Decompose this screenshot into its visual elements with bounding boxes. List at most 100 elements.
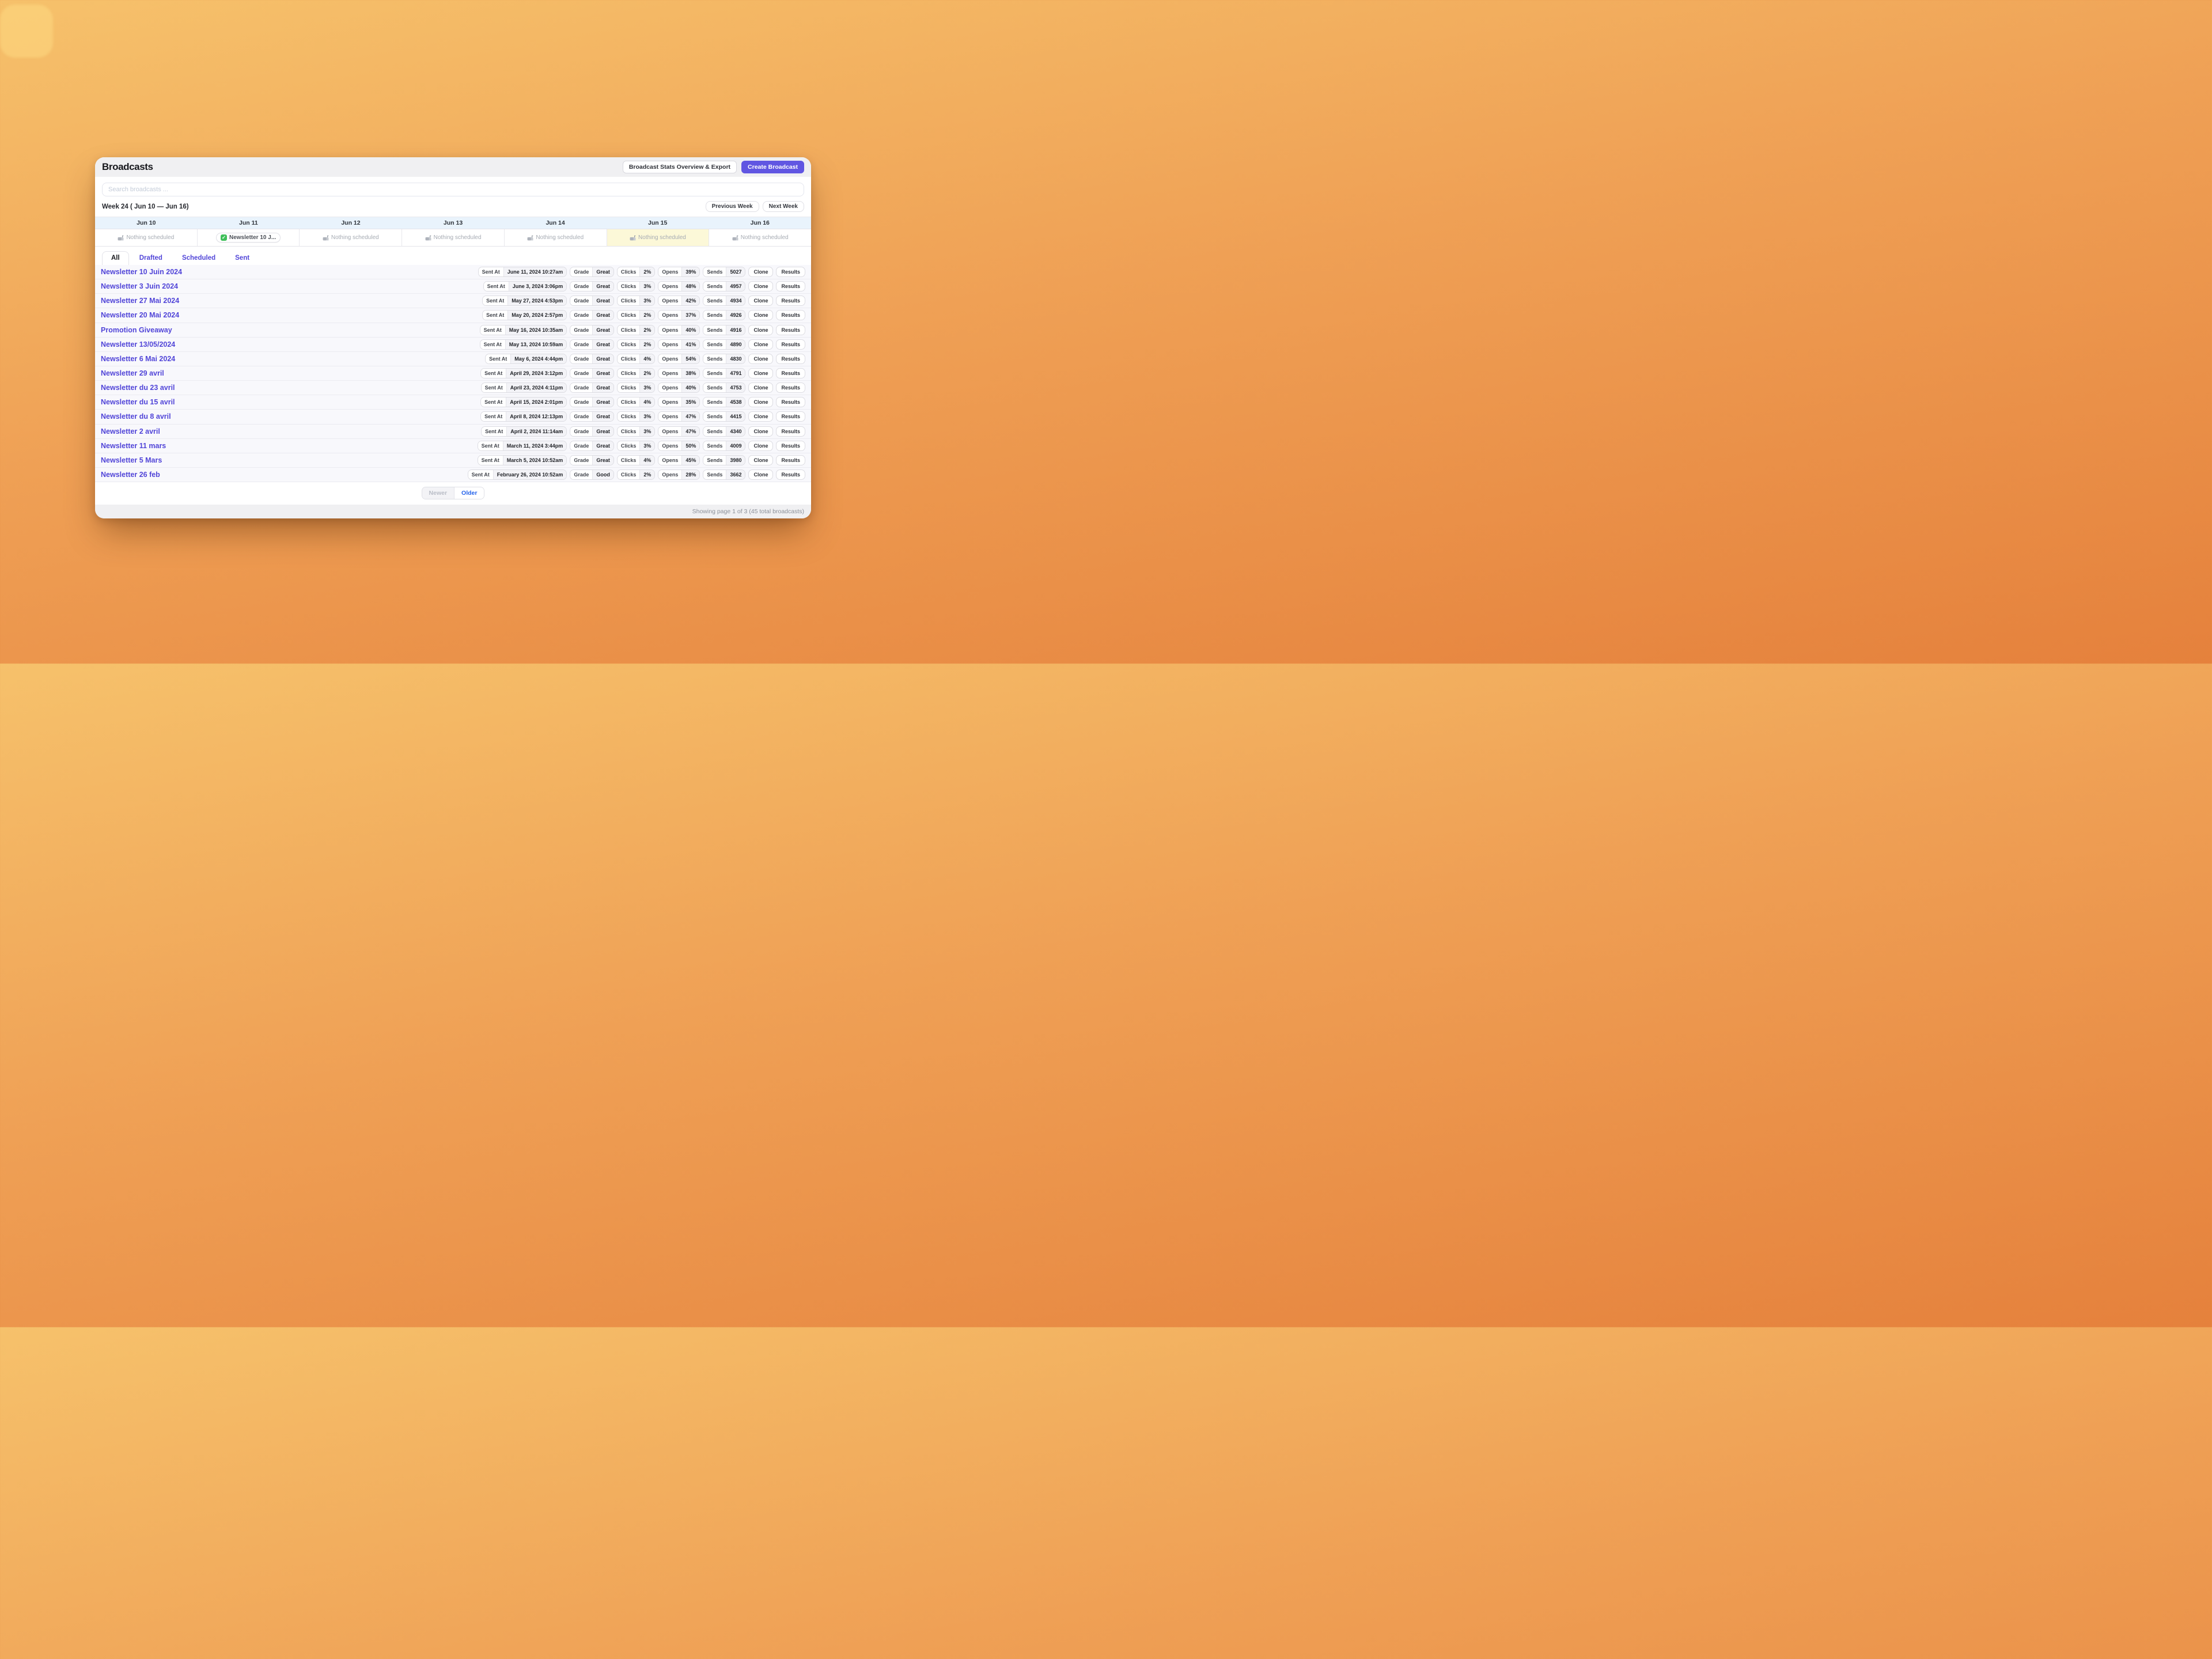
clicks-value: 3% (639, 296, 654, 305)
clone-button[interactable]: Clone (748, 354, 773, 364)
older-page-button[interactable]: Older (454, 487, 484, 499)
results-button[interactable]: Results (776, 325, 805, 335)
results-button[interactable]: Results (776, 310, 805, 320)
tab-scheduled[interactable]: Scheduled (173, 251, 225, 265)
create-broadcast-button[interactable]: Create Broadcast (741, 161, 804, 173)
results-button[interactable]: Results (776, 426, 805, 437)
grade-value: Great (592, 296, 613, 305)
broadcast-row: Promotion Giveaway Sent AtMay 16, 2024 10… (95, 323, 811, 338)
opens-label: Opens (658, 325, 681, 335)
results-button[interactable]: Results (776, 411, 805, 422)
broadcast-name-link[interactable]: Newsletter 20 Mai 2024 (101, 311, 179, 319)
clone-button[interactable]: Clone (748, 296, 773, 306)
broadcast-row: Newsletter du 8 avrilSent AtApril 8, 202… (95, 410, 811, 424)
results-button[interactable]: Results (776, 469, 805, 480)
sends-stat: Sends4957 (703, 281, 745, 291)
clicks-label: Clicks (618, 354, 640, 363)
clone-button[interactable]: Clone (748, 325, 773, 335)
sends-stat: Sends4753 (703, 382, 745, 393)
results-button[interactable]: Results (776, 368, 805, 378)
sends-label: Sends (703, 296, 726, 305)
broadcast-name-link[interactable]: Newsletter 26 feb (101, 471, 160, 479)
clone-button[interactable]: Clone (748, 411, 773, 422)
broadcast-name-link[interactable]: Newsletter du 23 avril (101, 384, 175, 392)
sends-value: 4957 (726, 282, 745, 291)
search-input[interactable] (102, 183, 804, 196)
broadcast-name-link[interactable]: Promotion Giveaway (101, 326, 172, 334)
sends-value: 4415 (726, 412, 745, 421)
grade-value: Good (592, 470, 613, 479)
tab-sent[interactable]: Sent (226, 251, 259, 265)
nothing-scheduled: Nothing scheduled (323, 234, 379, 241)
clone-button[interactable]: Clone (748, 397, 773, 407)
stats-overview-export-button[interactable]: Broadcast Stats Overview & Export (623, 161, 737, 173)
sends-label: Sends (703, 456, 726, 465)
broadcast-row: Newsletter 5 MarsSent AtMarch 5, 2024 10… (95, 453, 811, 468)
sends-stat: Sends4934 (703, 296, 745, 306)
broadcast-stats: Sent AtMay 16, 2024 10:35amGradeGreatCli… (480, 325, 805, 335)
results-button[interactable]: Results (776, 354, 805, 364)
broadcast-name-link[interactable]: Newsletter 11 mars (101, 442, 166, 450)
sends-label: Sends (703, 282, 726, 291)
calendar-cell[interactable]: Nothing scheduled (402, 229, 505, 246)
broadcast-name-link[interactable]: Newsletter 27 Mai 2024 (101, 297, 179, 305)
broadcast-name-link[interactable]: Newsletter du 15 avril (101, 398, 175, 406)
grade-stat: GradeGreat (570, 339, 614, 350)
tab-all[interactable]: All (102, 251, 129, 265)
mailbox-icon (118, 235, 124, 241)
sent_at-label: Sent At (481, 369, 506, 378)
clone-button[interactable]: Clone (748, 469, 773, 480)
broadcast-stats: Sent AtMay 27, 2024 4:53pmGradeGreatClic… (482, 296, 805, 306)
broadcast-name-link[interactable]: Newsletter du 8 avril (101, 412, 171, 421)
tab-drafted[interactable]: Drafted (130, 251, 172, 265)
results-button[interactable]: Results (776, 382, 805, 393)
results-button[interactable]: Results (776, 296, 805, 306)
broadcast-name-link[interactable]: Newsletter 3 Juin 2024 (101, 282, 178, 290)
calendar-cell[interactable]: Nothing scheduled (607, 229, 710, 246)
clone-button[interactable]: Clone (748, 267, 773, 277)
scheduled-broadcast-badge[interactable]: ✓Newsletter 10 J... (216, 233, 281, 243)
broadcast-name-link[interactable]: Newsletter 5 Mars (101, 456, 162, 464)
clone-button[interactable]: Clone (748, 455, 773, 465)
results-button[interactable]: Results (776, 267, 805, 277)
broadcast-name-link[interactable]: Newsletter 13/05/2024 (101, 340, 175, 349)
grade-value: Great (592, 412, 613, 421)
results-button[interactable]: Results (776, 281, 805, 291)
next-week-button[interactable]: Next Week (763, 201, 804, 212)
calendar-cell[interactable]: Nothing scheduled (95, 229, 198, 246)
opens-value: 35% (681, 397, 699, 407)
sends-label: Sends (703, 441, 726, 450)
sends-value: 3662 (726, 470, 745, 479)
clone-button[interactable]: Clone (748, 368, 773, 378)
sent_at-label: Sent At (483, 310, 507, 320)
clone-button[interactable]: Clone (748, 339, 773, 350)
mailbox-icon (323, 235, 329, 241)
broadcast-name-link[interactable]: Newsletter 10 Juin 2024 (101, 268, 182, 276)
broadcast-name-link[interactable]: Newsletter 6 Mai 2024 (101, 355, 175, 363)
sent_at-value: May 20, 2024 2:57pm (507, 310, 566, 320)
calendar-cell[interactable]: ✓Newsletter 10 J... (198, 229, 300, 246)
clone-button[interactable]: Clone (748, 281, 773, 291)
clone-button[interactable]: Clone (748, 382, 773, 393)
results-button[interactable]: Results (776, 397, 805, 407)
clone-button[interactable]: Clone (748, 426, 773, 437)
calendar-cell[interactable]: Nothing scheduled (505, 229, 607, 246)
clicks-value: 4% (639, 354, 654, 363)
opens-stat: Opens35% (658, 397, 700, 407)
calendar-cell[interactable]: Nothing scheduled (709, 229, 811, 246)
opens-label: Opens (658, 412, 681, 421)
newer-page-button[interactable]: Newer (422, 487, 454, 499)
broadcast-name-link[interactable]: Newsletter 29 avril (101, 369, 164, 377)
broadcast-name-link[interactable]: Newsletter 2 avril (101, 427, 160, 435)
results-button[interactable]: Results (776, 441, 805, 451)
clone-button[interactable]: Clone (748, 310, 773, 320)
results-button[interactable]: Results (776, 455, 805, 465)
results-button[interactable]: Results (776, 339, 805, 350)
clicks-label: Clicks (618, 412, 640, 421)
sends-stat: Sends4890 (703, 339, 745, 350)
calendar-cell[interactable]: Nothing scheduled (300, 229, 402, 246)
sent_at-label: Sent At (483, 296, 507, 305)
previous-week-button[interactable]: Previous Week (706, 201, 759, 212)
nothing-scheduled: Nothing scheduled (425, 234, 482, 241)
clone-button[interactable]: Clone (748, 441, 773, 451)
